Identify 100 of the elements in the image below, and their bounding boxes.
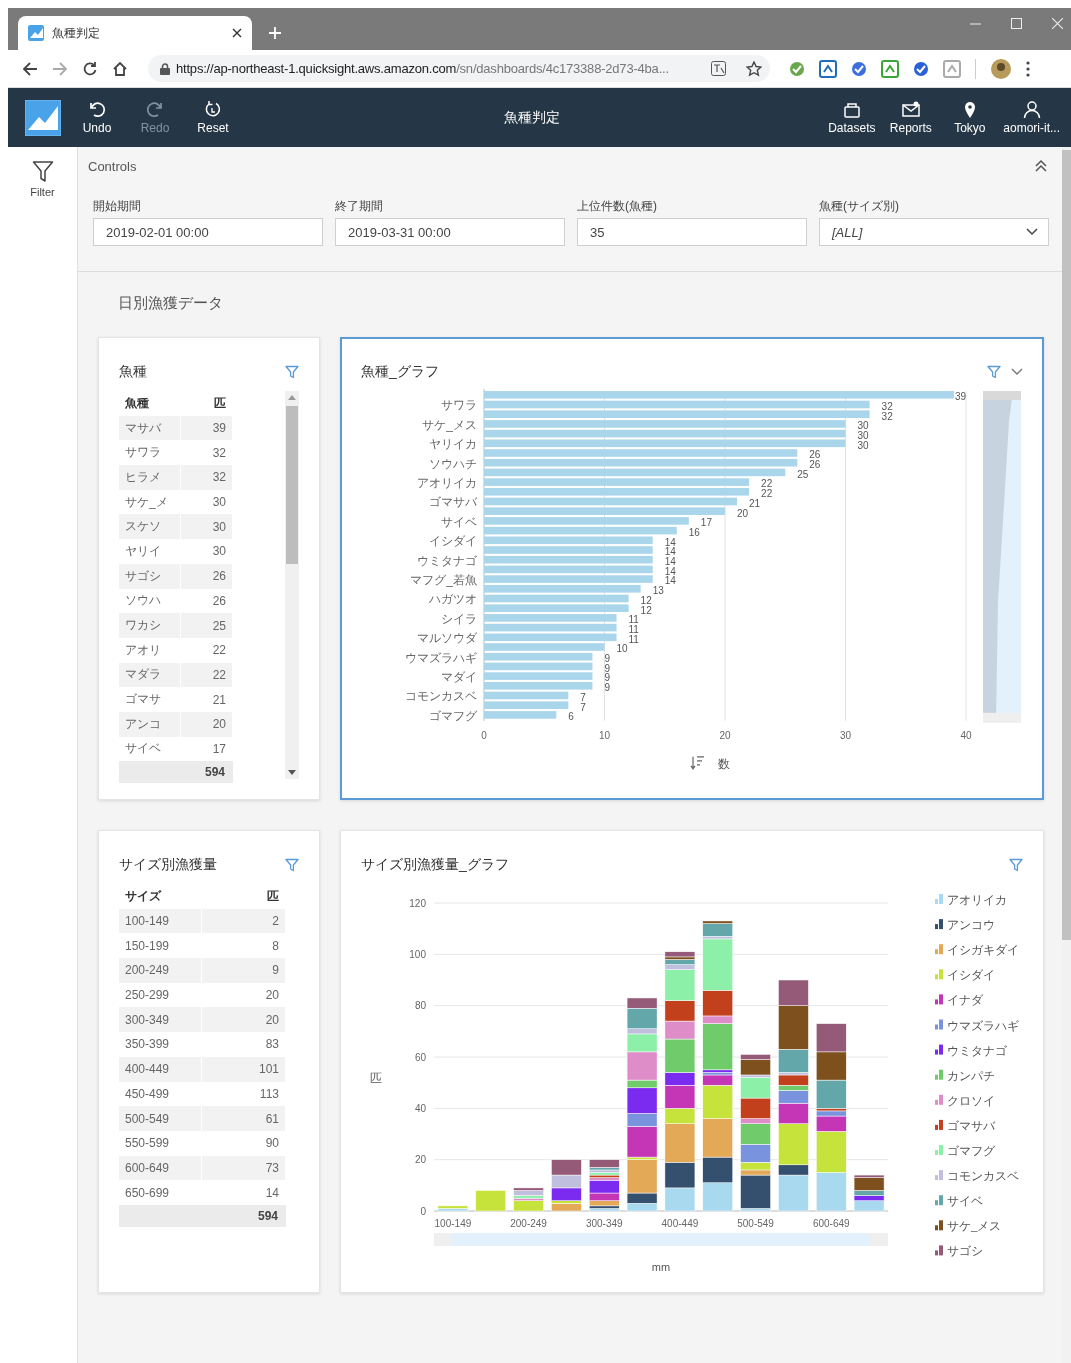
bar[interactable] (484, 633, 617, 642)
bar-segment[interactable] (626, 1087, 658, 1114)
input-field[interactable]: 2019-02-01 00:00 (93, 218, 323, 246)
legend-label[interactable]: サゴシ (947, 1245, 983, 1258)
back-icon[interactable] (22, 60, 38, 77)
funnel-icon[interactable] (987, 365, 1001, 379)
bar-segment[interactable] (664, 1000, 696, 1022)
bar[interactable] (484, 439, 846, 448)
bar[interactable] (484, 565, 653, 574)
region-button[interactable]: Tokyo (940, 100, 1000, 135)
bar-segment[interactable] (740, 1054, 771, 1060)
bar[interactable] (484, 652, 593, 661)
bar-segment[interactable] (816, 1108, 847, 1112)
bar-segment[interactable] (853, 1195, 885, 1201)
account-button[interactable]: aomori-it... (999, 100, 1064, 135)
bar-segment[interactable] (664, 951, 696, 958)
bar[interactable] (484, 400, 870, 409)
input-field[interactable]: 35 (577, 218, 807, 246)
bar-segment[interactable] (589, 1159, 620, 1168)
forward-icon[interactable] (52, 60, 68, 77)
bar[interactable] (484, 526, 677, 535)
maximize-icon[interactable] (1011, 18, 1022, 29)
funnel-icon[interactable] (285, 365, 299, 379)
bar-segment[interactable] (816, 1051, 847, 1081)
legend-label[interactable]: ウミタナゴ (947, 1044, 1007, 1057)
star-icon[interactable] (746, 60, 762, 77)
bar-segment[interactable] (626, 1079, 658, 1089)
translate-icon[interactable] (711, 61, 726, 76)
extension-icon[interactable] (850, 59, 868, 78)
arrow-down-icon[interactable] (288, 770, 296, 775)
chart-scroll-preview[interactable] (983, 391, 1021, 723)
avatar-icon[interactable] (990, 57, 1012, 80)
table-card[interactable]: サイズ別漁獲量 サイズ 匹 100-149 2 150-199 8 200-249 9 250-299 20 300-349 20 350-399 83 400-449 101 450-499 113 500-549 61 550-599 90 600-649 73 650-699 14 594 (98, 830, 320, 1293)
bar-segment[interactable] (816, 1023, 847, 1053)
funnel-icon[interactable] (285, 858, 299, 872)
undo-button[interactable]: Undo (68, 100, 126, 135)
filter-button[interactable]: Filter (8, 147, 77, 198)
input-field[interactable]: 2019-03-31 00:00 (335, 218, 565, 246)
bar-segment[interactable] (740, 1097, 771, 1119)
legend-label[interactable]: クロソイ (947, 1094, 995, 1107)
reports-button[interactable]: Reports (881, 100, 941, 135)
bar-segment[interactable] (513, 1187, 544, 1191)
legend-label[interactable]: カンパチ (947, 1069, 995, 1082)
bar[interactable] (484, 555, 653, 564)
extension-icon[interactable] (881, 59, 899, 78)
legend-label[interactable]: サイベ (947, 1195, 983, 1208)
bar-segment[interactable] (551, 1159, 582, 1176)
new-tab-icon[interactable] (268, 26, 282, 40)
bar[interactable] (484, 536, 653, 545)
bar-segment[interactable] (702, 990, 733, 1017)
bar-segment[interactable] (778, 1174, 809, 1212)
bar[interactable] (484, 594, 629, 603)
legend-label[interactable]: コモンカスベ (947, 1170, 1019, 1183)
bar-segment[interactable] (626, 1192, 658, 1204)
extension-icon[interactable] (819, 59, 837, 78)
bar[interactable] (484, 691, 569, 700)
bar-segment[interactable] (664, 1085, 696, 1109)
url-text[interactable]: https://ap-northeast-1.quicksight.aws.amazon.com/sn/dashboards/4c173388-2d73-4ba... (176, 61, 705, 76)
bar-segment[interactable] (778, 1074, 809, 1086)
bar[interactable] (484, 458, 798, 467)
extension-icon[interactable] (943, 59, 961, 78)
bar-segment[interactable] (589, 1200, 620, 1207)
dropdown[interactable]: [ALL] (819, 218, 1049, 246)
bar-segment[interactable] (626, 1126, 658, 1158)
extension-icon[interactable] (912, 59, 930, 78)
scrollbar[interactable] (285, 391, 299, 779)
legend-label[interactable]: ウマズラハギ (947, 1019, 1019, 1032)
browser-tab[interactable]: 魚種判定 (18, 16, 252, 50)
funnel-icon[interactable] (1009, 858, 1023, 872)
chevron-down-icon[interactable] (1011, 368, 1023, 376)
bar-segment[interactable] (778, 979, 809, 1006)
menu-icon[interactable] (1026, 60, 1030, 77)
datasets-button[interactable]: Datasets (822, 100, 882, 135)
bar-segment[interactable] (778, 1164, 809, 1176)
bar-segment[interactable] (816, 1079, 847, 1109)
range-slider[interactable] (434, 1233, 888, 1246)
legend-label[interactable]: イシダイ (947, 969, 995, 982)
bar[interactable] (484, 468, 786, 477)
bar-segment[interactable] (778, 1005, 809, 1050)
table-card[interactable]: 魚種 魚種 匹 マサバ 39 サワラ 32 ヒラメ 32 サケ_メ 30 スケソ 30 ヤリイ 30 サゴシ 26 ソウハ 26 ワカシ 25 アオリ 22 マダラ 22 ゴマサ 21 アンコ 20 サイベ 17 594 (98, 337, 320, 800)
legend-label[interactable]: アンコウ (947, 919, 995, 932)
chart-card[interactable]: サイズ別漁獲量_グラフ 0 20 40 60 80 100 120 100-149 200-249 300-349 400-449 500-549 600-649 mm 匹 アオリイカ アンコウ イシガキダイ イシダイ イナダ ウマズラハギ ウミタナゴ カンパチ クロソイ ゴマサバ ゴマフグ コモンカスベ サイベ サケ_メス サゴシ (340, 830, 1044, 1293)
page-scrollbar[interactable] (1062, 150, 1071, 940)
extension-icon[interactable] (788, 59, 806, 78)
reset-button[interactable]: Reset (184, 100, 242, 135)
chart-card[interactable] (340, 337, 1044, 800)
close-icon[interactable] (232, 28, 242, 38)
collapse-icon[interactable] (1034, 159, 1048, 173)
bar-segment[interactable] (702, 1069, 733, 1073)
bar-segment[interactable] (778, 1102, 809, 1124)
legend-label[interactable]: イナダ (947, 994, 983, 1007)
bar-segment[interactable] (702, 920, 733, 924)
bar-segment[interactable] (778, 1123, 809, 1166)
sort-icon[interactable] (690, 756, 705, 770)
legend-label[interactable]: ゴマサバ (947, 1119, 995, 1132)
app-logo-icon[interactable] (25, 99, 61, 136)
legend-label[interactable]: アオリイカ (947, 894, 1007, 906)
bar[interactable] (484, 623, 617, 632)
bar-segment[interactable] (626, 997, 658, 1009)
bar[interactable] (484, 429, 846, 438)
